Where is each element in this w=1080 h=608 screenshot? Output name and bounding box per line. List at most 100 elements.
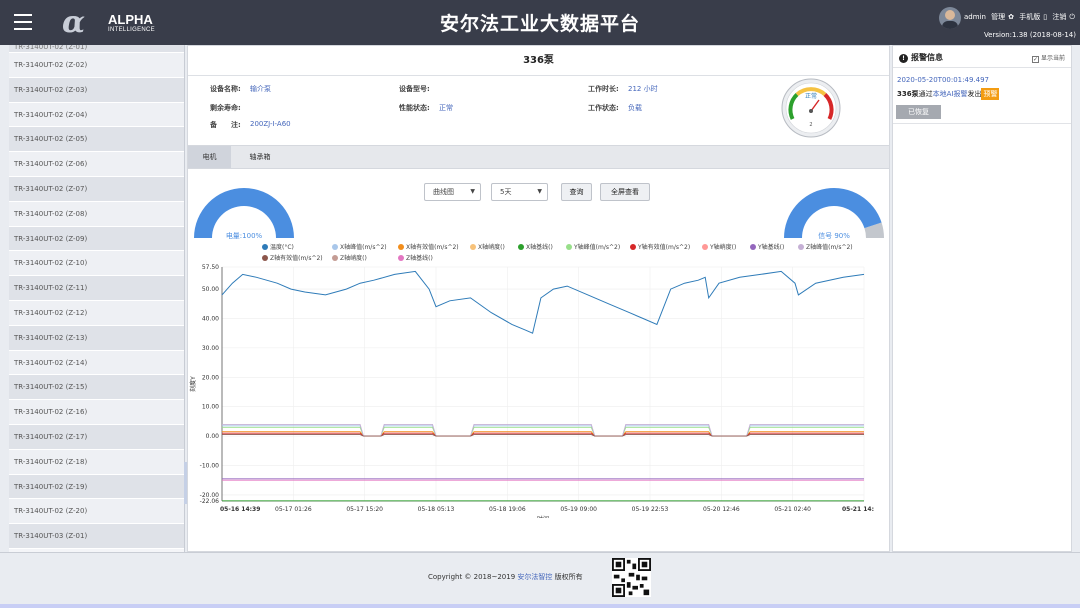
tab-motor[interactable]: 电机 [188,146,231,168]
y-tick-label: 0.00 [206,433,220,440]
x-tick-label: 05-21 14: [842,506,874,513]
range-select[interactable]: 5天 ▼ [491,183,548,201]
x-tick-label: 05-17 01:26 [275,506,312,513]
list-item[interactable]: TR-3140UT-02 (Z-07) [9,176,184,202]
legend-label: 温度(°C) [270,244,294,251]
list-item[interactable]: TR-3140UT-02 (Z-17) [9,424,184,450]
list-item[interactable]: TR-3140UT-02 (Z-10) [9,251,184,277]
x-tick-label: 05-21 02:40 [774,506,811,513]
work-hours-value: 212 小时 [628,85,658,93]
alarm-device: 336泵 [897,90,919,98]
x-tick-label: 05-16 14:39 [220,506,260,513]
work-state-label: 工作状态: [588,104,619,112]
chart-type-value: 曲线图 [433,188,454,196]
legend-item[interactable]: Z轴峰值(m/s^2) [798,242,853,251]
legend-label: Y轴峰值(m/s^2) [574,244,621,251]
y-tick-label: 20.00 [202,374,219,381]
legend-swatch [332,244,338,250]
list-item[interactable]: TR-3140UT-02 (Z-04) [9,102,184,128]
list-item[interactable]: TR-3140UT-02 (Z-08) [9,201,184,227]
mobile-icon[interactable]: ▯ [1043,13,1047,21]
status-gauge: 正常 2 [781,78,841,138]
chart-type-select[interactable]: 曲线图 ▼ [424,183,481,201]
show-current-toggle[interactable]: ✓ 显示当前 [1031,53,1065,63]
tab-bearing-box[interactable]: 轴承箱 [235,146,285,168]
trend-chart: 57.50 50.00 40.00 30.00 20.00 10.00 0.00 -10.00… [189,264,874,518]
legend-item[interactable]: Y轴峭度() [702,242,736,251]
list-item[interactable]: TR-3140UT-02 (Z-15) [9,375,184,401]
menu-manage[interactable]: 管理 [991,13,1005,21]
version-text: Version:1.38 (2018-08-14) [983,31,1076,39]
x-tick-label: 05-18 05:13 [418,506,455,513]
checkbox-icon[interactable]: ✓ [1031,56,1039,63]
legend-item[interactable]: X轴有效值(m/s^2) [398,242,459,251]
alarm-title-text: 报警信息 [911,53,943,62]
legend-item[interactable]: X轴峰值(m/s^2) [332,242,387,251]
list-item[interactable]: TR-3140UT-02 (Z-18) [9,449,184,475]
legend-label: X轴基线() [526,244,553,251]
tab-bar: 电机 轴承箱 [188,145,889,169]
legend-swatch [566,244,572,250]
series-line [222,431,864,437]
footer: Copyright © 2018~2019 安尔法智控 版权所有 [0,552,1080,608]
company-link[interactable]: 安尔法智控 [517,573,552,581]
page-title: 336泵 [188,46,889,76]
range-value: 5天 [500,188,512,196]
legend-swatch [470,244,476,250]
power-icon[interactable]: ⏻ [1069,13,1075,21]
list-item[interactable]: TR-3140UT-02 (Z-03) [9,77,184,103]
remark-label: 备 注: [210,121,241,129]
menu-logout[interactable]: 注销 [1052,13,1066,21]
legend-item[interactable]: X轴峭度() [470,242,505,251]
work-state-value: 负载 [628,104,642,112]
recovered-button[interactable]: 已恢复 [896,105,941,119]
list-item[interactable]: TR-3140UT-02 (Z-20) [9,499,184,525]
legend-item[interactable]: Y轴有效值(m/s^2) [630,242,690,251]
gear-icon[interactable]: ✿ [1008,13,1014,21]
legend-label: Y轴峭度() [710,244,737,251]
power-arc [194,188,294,238]
device-list: TR-3140UT-02 (Z-01) TR-3140UT-02 (Z-02) … [9,45,185,552]
list-item[interactable]: TR-3140UT-02 (Z-19) [9,474,184,500]
legend-label: Y轴基线() [758,244,785,251]
legend-item[interactable]: Y轴峰值(m/s^2) [566,242,620,251]
copyright-text: Copyright © 2018~2019 [428,573,516,581]
menu-mobile[interactable]: 手机版 [1019,13,1040,21]
list-item[interactable]: TR-3140UT-02 (Z-05) [9,127,184,153]
list-item[interactable]: TR-3140UT-02 (Z-06) [9,152,184,177]
list-item[interactable]: TR-3140UT-02 (Z-12) [9,300,184,326]
list-item[interactable]: TR-3140UT-02 (Z-11) [9,276,184,301]
legend-item[interactable]: 温度(°C) [262,242,294,251]
query-button[interactable]: 查询 [561,183,592,201]
alarm-title: ! 报警信息 [899,52,943,63]
list-item[interactable]: TR-3140UT-02 (Z-01) [9,45,184,53]
y-tick-label: 50.00 [202,286,219,293]
qr-code-icon [612,558,651,597]
remaining-life-label: 剩余寿命: [210,104,241,112]
performance-value: 正常 [439,104,453,112]
list-item[interactable]: TR-3140UT-02 (Z-13) [9,325,184,351]
list-item[interactable]: TR-3140UT-02 (Z-14) [9,350,184,376]
y-tick-label: 30.00 [202,345,219,352]
work-hours-label: 工作时长: [588,85,619,93]
device-name-label: 设备名称: [210,85,241,93]
chevron-down-icon: ▼ [470,188,475,195]
list-item[interactable]: TR-3140UT-02 (Z-02) [9,53,184,78]
y-tick-label: 57.50 [202,264,219,271]
alarm-text: 通过 [918,90,933,98]
list-item[interactable]: TR-3140UT-03 (Z-01) [9,524,184,549]
alarm-source-link[interactable]: 本地AI报警 [933,90,968,98]
legend-swatch [798,244,804,250]
list-item[interactable]: TR-3140UT-02 (Z-09) [9,226,184,252]
x-tick-label: 05-19 22:53 [632,506,669,513]
bottom-accent [0,604,1080,608]
user-name[interactable]: admin [964,13,986,21]
legend-item[interactable]: X轴基线() [518,242,553,251]
gauge-status: 正常 [805,92,817,100]
list-item[interactable]: TR-3140UT-02 (Z-16) [9,400,184,425]
y-axis-label: 刻度Y [189,376,197,392]
fullscreen-button[interactable]: 全屏查看 [600,183,650,201]
avatar[interactable] [939,7,961,29]
legend-item[interactable]: Y轴基线() [750,242,784,251]
top-bar: α ALPHA INTELLIGENCE 安尔法工业大数据平台 admin 管理… [0,0,1080,45]
